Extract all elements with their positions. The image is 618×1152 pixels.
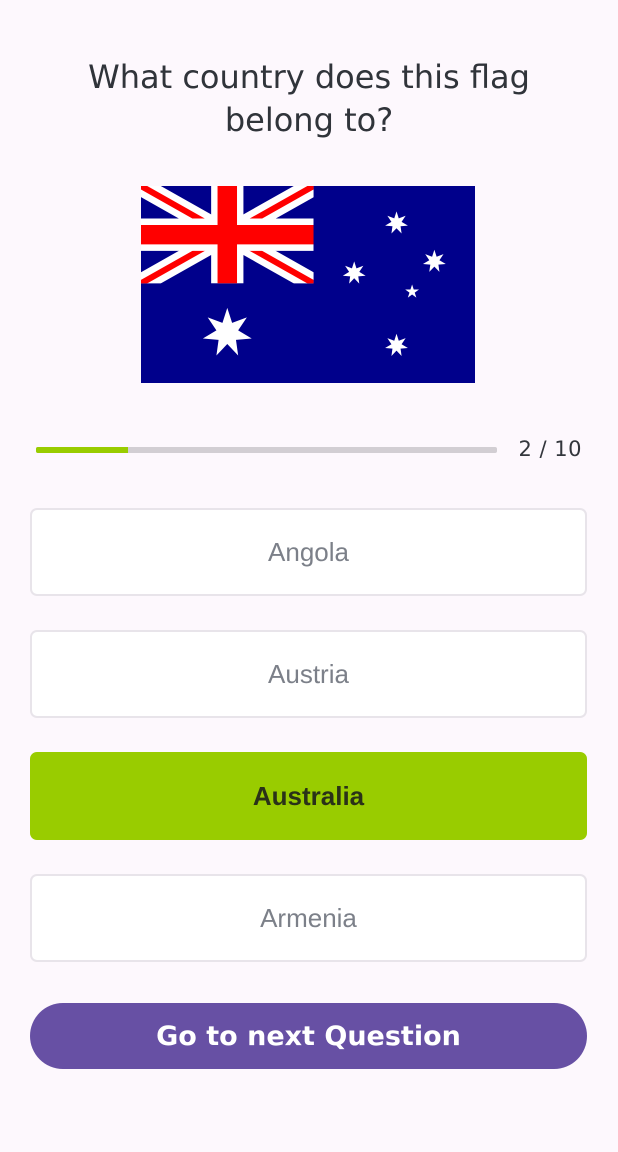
progress-counter: 2 / 10 [518,437,582,461]
question-text: What country does this flag belong to? [88,58,530,139]
australia-flag-image [141,186,475,383]
progress-bar-fill [36,447,129,453]
answer-option-armenia[interactable]: Armenia [30,874,587,962]
union-jack-canton [141,186,314,284]
next-question-button[interactable]: Go to next Question [30,1003,587,1069]
answer-option-australia[interactable]: Australia [30,752,587,840]
quiz-progress: 2 / 10 [36,436,586,466]
progress-bar-track [36,447,497,453]
answer-option-austria[interactable]: Austria [30,630,587,718]
answer-option-angola[interactable]: Angola [30,508,587,596]
